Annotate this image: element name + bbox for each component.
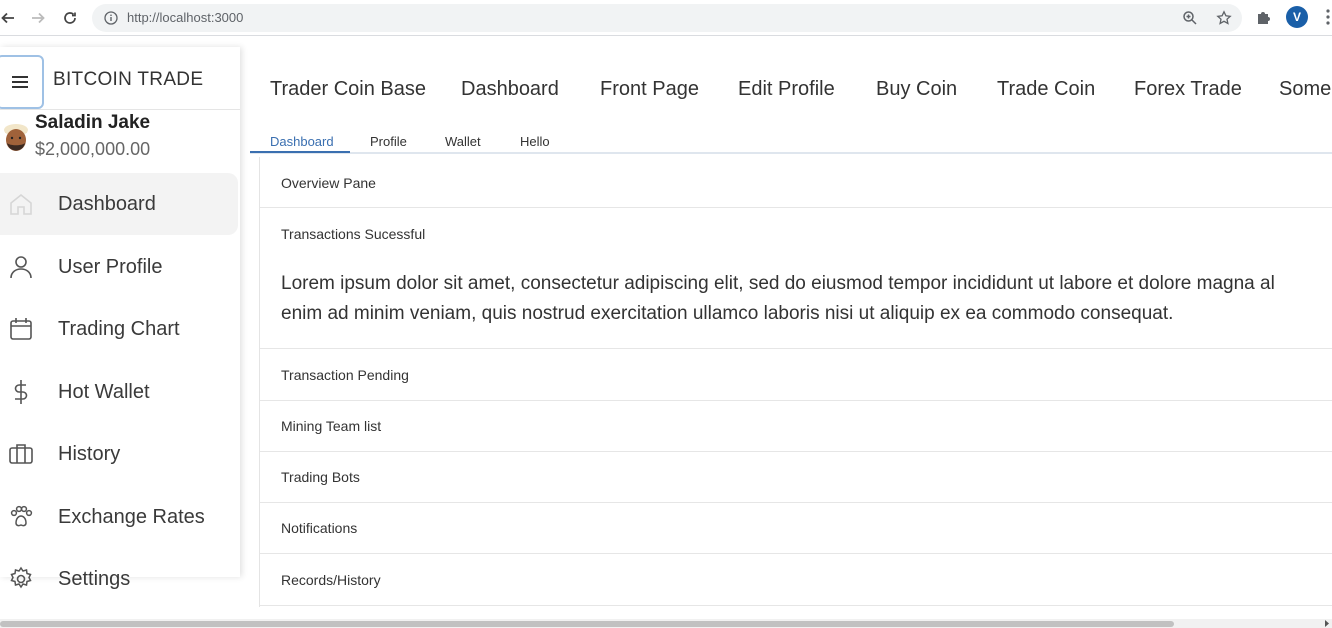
accordion-item-mining-team[interactable]: Mining Team list xyxy=(260,401,1332,452)
more-icon[interactable] xyxy=(1318,8,1332,26)
sidebar-item-label: Trading Chart xyxy=(58,317,180,340)
arrow-left-icon xyxy=(1,12,14,24)
accordion-item-label: Transaction Pending xyxy=(281,367,409,383)
accordion-item-notifications[interactable]: Notifications xyxy=(260,503,1332,554)
horizontal-scrollbar[interactable] xyxy=(0,619,1332,628)
accordion-item-transaction-pending[interactable]: Transaction Pending xyxy=(260,349,1332,401)
browser-toolbar: http://localhost:3000 V xyxy=(0,0,1332,36)
nav-link-dashboard[interactable]: Dashboard xyxy=(461,78,559,101)
tab-dashboard[interactable]: Dashboard xyxy=(270,134,334,149)
sidebar: BITCOIN TRADE Saladin Jake $2,000,000.00… xyxy=(0,47,240,590)
profile-avatar[interactable]: V xyxy=(1286,6,1308,28)
sidebar-item-settings[interactable]: Settings xyxy=(0,548,238,610)
user-name: Saladin Jake xyxy=(35,112,151,133)
scroll-right-arrow-icon[interactable] xyxy=(1324,620,1330,627)
forward-button[interactable] xyxy=(26,6,50,30)
home-icon xyxy=(10,193,32,215)
nav-link-some[interactable]: Some xyxy=(1279,78,1331,101)
paw-icon xyxy=(10,505,33,527)
nav-link-trade-coin[interactable]: Trade Coin xyxy=(997,78,1095,101)
sidebar-item-label: Exchange Rates xyxy=(58,505,205,528)
accordion-item-overview[interactable]: Overview Pane xyxy=(260,157,1332,208)
accordion-item-label: Transactions Sucessful xyxy=(281,226,426,242)
address-bar[interactable]: http://localhost:3000 xyxy=(92,4,1242,32)
reload-button[interactable] xyxy=(58,6,82,30)
dollar-icon xyxy=(14,380,28,404)
calendar-icon xyxy=(10,318,32,340)
sidebar-item-trading-chart[interactable]: Trading Chart xyxy=(0,298,238,360)
lorem-line-2: enim ad minim veniam, quis nostrud exerc… xyxy=(281,303,1174,324)
sidebar-item-hot-wallet[interactable]: Hot Wallet xyxy=(0,361,238,423)
gear-icon xyxy=(10,566,32,589)
sidebar-item-label: Hot Wallet xyxy=(58,380,150,403)
sidebar-divider xyxy=(0,109,240,110)
accordion-item-label: Notifications xyxy=(281,520,358,536)
user-icon xyxy=(10,256,32,279)
sidebar-item-label: History xyxy=(58,442,121,465)
scrollbar-thumb[interactable] xyxy=(0,621,1174,627)
info-icon[interactable] xyxy=(104,11,118,25)
tab-profile[interactable]: Profile xyxy=(370,134,407,149)
lorem-line-1: Lorem ipsum dolor sit amet, consectetur … xyxy=(281,273,1275,294)
tab-hello[interactable]: Hello xyxy=(520,134,550,149)
nav-link-forex-trade[interactable]: Forex Trade xyxy=(1134,78,1242,101)
hamburger-icon xyxy=(12,76,28,88)
sidebar-item-label: Settings xyxy=(58,567,131,590)
accordion-item-label: Trading Bots xyxy=(281,469,360,485)
zoom-icon[interactable] xyxy=(1182,10,1198,26)
accordion-item-records-history[interactable]: Records/History xyxy=(260,554,1332,606)
nav-link-front-page[interactable]: Front Page xyxy=(600,78,699,101)
sidebar-item-history[interactable]: History xyxy=(0,423,238,485)
active-tab-indicator xyxy=(250,151,350,153)
accordion-item-label: Records/History xyxy=(281,572,381,588)
accordion-expanded-content: Lorem ipsum dolor sit amet, consectetur … xyxy=(281,269,1332,329)
sidebar-item-exchange-rates[interactable]: Exchange Rates xyxy=(0,486,238,548)
brand-title: BITCOIN TRADE xyxy=(53,69,204,90)
sidebar-item-label: Dashboard xyxy=(58,192,156,215)
user-avatar xyxy=(4,124,28,151)
tab-bar: Dashboard Profile Wallet Hello xyxy=(250,130,1332,154)
nav-link-buy-coin[interactable]: Buy Coin xyxy=(876,78,957,101)
puzzle-icon[interactable] xyxy=(1255,8,1273,26)
sidebar-item-dashboard[interactable]: Dashboard xyxy=(0,173,238,235)
arrow-right-icon xyxy=(32,12,45,24)
url-text[interactable]: http://localhost:3000 xyxy=(127,10,243,25)
back-button[interactable] xyxy=(0,6,20,30)
accordion-item-label: Mining Team list xyxy=(281,418,382,434)
user-balance: $2,000,000.00 xyxy=(35,139,151,159)
accordion-item-trading-bots[interactable]: Trading Bots xyxy=(260,452,1332,503)
star-icon[interactable] xyxy=(1216,10,1232,26)
sidebar-item-label: User Profile xyxy=(58,255,163,278)
reload-icon xyxy=(64,12,76,24)
menu-toggle-button[interactable] xyxy=(0,55,44,109)
nav-link-edit-profile[interactable]: Edit Profile xyxy=(738,78,835,101)
nav-link-trader-coin-base[interactable]: Trader Coin Base xyxy=(270,78,426,101)
accordion-item-label: Overview Pane xyxy=(281,175,376,191)
briefcase-icon xyxy=(9,444,33,464)
sidebar-item-user-profile[interactable]: User Profile xyxy=(0,236,238,298)
tab-wallet[interactable]: Wallet xyxy=(445,134,481,149)
accordion: Overview Pane Transactions Sucessful Lor… xyxy=(259,157,1332,607)
